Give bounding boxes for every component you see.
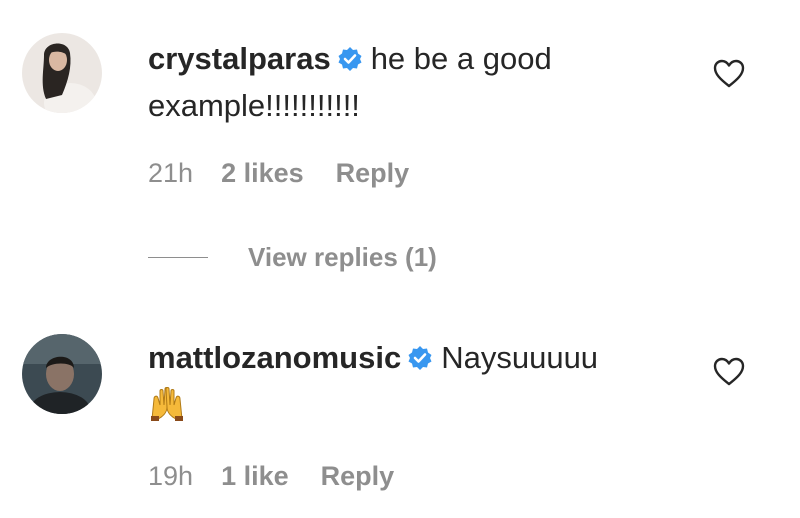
avatar[interactable] xyxy=(22,334,102,414)
avatar[interactable] xyxy=(22,33,102,113)
reply-button[interactable]: Reply xyxy=(321,461,395,492)
verified-badge-icon xyxy=(337,40,363,84)
comment-content: mattlozanomusic Naysuuuuu xyxy=(148,336,688,433)
verified-badge-icon xyxy=(407,339,433,383)
comment-item: crystalparas he be a good example!!!!!!!!… xyxy=(0,0,800,215)
view-replies-label: View replies (1) xyxy=(248,242,437,272)
avatar-man-icon xyxy=(22,334,102,414)
like-heart-icon[interactable] xyxy=(712,355,746,389)
comment-text: Naysuuuuu xyxy=(441,340,599,375)
likes-count-button[interactable]: 1 like xyxy=(221,461,289,492)
comment-meta: 19h 1 like Reply xyxy=(148,461,394,492)
comment-item: mattlozanomusic Naysuuuuu 19h 1 like Repl… xyxy=(0,320,800,518)
divider-line xyxy=(148,257,208,258)
comment-time: 21h xyxy=(148,158,194,188)
reply-button[interactable]: Reply xyxy=(336,158,410,189)
view-replies-button[interactable]: View replies (1) xyxy=(148,242,437,273)
username[interactable]: crystalparas xyxy=(148,41,331,76)
comment-meta: 21h 2 likes Reply xyxy=(148,158,409,189)
comment-content: crystalparas he be a good example!!!!!!!!… xyxy=(148,37,688,128)
raising-hands-icon xyxy=(148,383,186,433)
avatar-woman-icon xyxy=(22,33,102,113)
comment-time: 19h xyxy=(148,461,194,491)
username[interactable]: mattlozanomusic xyxy=(148,340,401,375)
like-heart-icon[interactable] xyxy=(712,57,746,91)
likes-count-button[interactable]: 2 likes xyxy=(221,158,304,189)
